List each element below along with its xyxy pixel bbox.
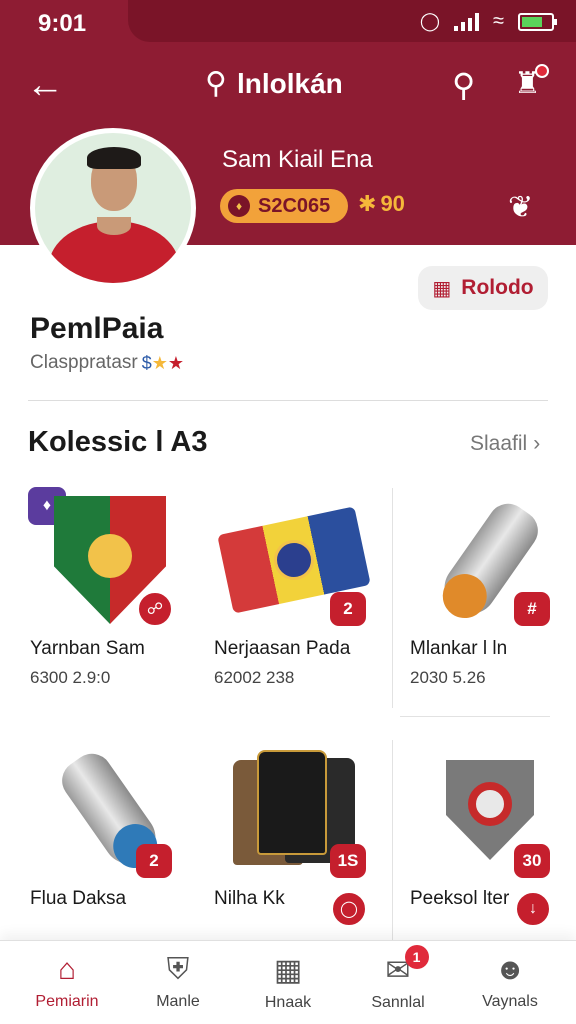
grid-icon: ▦ <box>273 954 303 987</box>
home-icon: ⌂ <box>57 953 77 986</box>
follow-icon: ▦ <box>432 277 452 300</box>
sim-icon: ◯ <box>419 11 441 31</box>
stars-value: 90 <box>380 191 405 216</box>
see-all-label: Slaafil <box>470 432 528 455</box>
avatar-hair <box>87 147 141 169</box>
coins-badge[interactable]: ♦ S2C065 <box>220 189 348 223</box>
status-time: 9:01 <box>38 10 87 37</box>
item-name: Peeksol lter <box>410 888 510 909</box>
top-bar: ← ⚲ lnlolkán ⚲ ♜ <box>0 60 576 110</box>
bottom-nav: ⌂ Pemiarin ⛨ Manle ▦ Hnaak ✉ 1 Sannlal ☻ … <box>0 940 576 1024</box>
item-price: 62002 238 <box>214 668 295 687</box>
item-price: 6300 2.9:0 <box>30 668 111 687</box>
nav-item-mail[interactable]: ✉ 1 Sannlal <box>348 945 448 1012</box>
nav-label: Vaynals <box>482 993 538 1010</box>
follow-button[interactable]: ▦ Rolodo <box>418 266 548 310</box>
wifi-icon: ≈ <box>493 10 504 32</box>
search-icon[interactable]: ⚲ <box>452 66 475 104</box>
signal-icon <box>454 12 480 31</box>
divider <box>28 400 548 401</box>
collection-item[interactable]: 1S Nilha Kk ◯ <box>214 740 384 940</box>
battery-icon <box>518 12 557 31</box>
notification-badge: 1 <box>404 945 429 969</box>
item-badge[interactable]: 2 <box>136 844 172 878</box>
battery-fill <box>522 16 542 27</box>
bird-icon[interactable]: ❦ <box>508 190 533 225</box>
nav-item-home[interactable]: ⌂ Pemiarin <box>17 953 117 1011</box>
status-icons: ◯ ≈ <box>419 10 557 33</box>
star-icon: ✱ <box>358 191 377 216</box>
avatar-collar <box>97 217 131 235</box>
chevron-right-icon: › <box>533 432 541 455</box>
item-name: Nerjaasan Pada <box>214 638 351 659</box>
item-price: 2030 5.26 <box>410 668 486 687</box>
nav-label: Sannlal <box>371 994 425 1011</box>
item-badge[interactable]: 1S <box>330 844 366 878</box>
back-arrow-icon[interactable]: ← <box>26 66 64 104</box>
stars-count: ✱ 90 <box>358 191 405 217</box>
collection-item[interactable]: 2 Nerjaasan Pada 62002 238 <box>214 490 384 700</box>
nav-label: Hnaak <box>264 994 312 1011</box>
subtitle-text: Clasppratasr <box>30 352 138 373</box>
mail-icon: ✉ 1 <box>385 945 429 988</box>
page-title: lnlolkán <box>236 67 343 99</box>
cart-icon[interactable]: ♜ <box>514 64 549 101</box>
item-badge[interactable]: 2 <box>330 592 366 626</box>
award-icons: $★★ <box>141 352 185 373</box>
profile-icon: ☻ <box>494 953 526 986</box>
collection-item[interactable]: 2 Flua Daksa <box>30 740 200 940</box>
see-all-link[interactable]: Slaafil › <box>470 432 540 456</box>
follow-label: Rolodo <box>461 276 534 299</box>
nav-label: Pemiarin <box>35 993 99 1010</box>
coins-value: S2C065 <box>258 194 331 217</box>
add-icon[interactable]: ☍ <box>136 590 174 628</box>
add-icon[interactable]: ↓ <box>514 890 552 928</box>
column-divider <box>392 488 393 708</box>
nav-item-grid[interactable]: ▦ Hnaak <box>238 953 338 1012</box>
nav-label: Manle <box>156 993 200 1010</box>
status-bar: 9:01 ◯ ≈ <box>0 0 576 42</box>
crest-coin-icon: ♦ <box>228 195 250 217</box>
nav-item-profile[interactable]: ☻ Vaynals <box>460 953 560 1011</box>
add-icon[interactable]: ◯ <box>330 890 368 928</box>
collection-item[interactable]: # Mlankar l ln 2030 5.26 <box>410 490 576 700</box>
item-badge[interactable]: # <box>514 592 550 626</box>
section-title: Kolessic l A3 <box>28 426 208 458</box>
item-badge[interactable]: 30 <box>514 844 550 878</box>
collection-item[interactable]: 30 Peeksol lter ↓ <box>410 740 576 940</box>
search-icon: ⚲ <box>205 67 227 100</box>
row-divider <box>400 716 550 717</box>
subtitle-row: Clasppratasr $★★ <box>30 352 184 374</box>
item-name: Yarnban Sam <box>30 638 145 659</box>
nav-item-shield[interactable]: ⛨ Manle <box>128 953 228 1011</box>
column-divider <box>392 740 393 940</box>
avatar[interactable] <box>30 128 196 288</box>
item-name: Mlankar l ln <box>410 638 508 659</box>
title-wrap: ⚲ lnlolkán <box>205 66 343 101</box>
collection-item[interactable]: ☍ Yarnban Sam 6300 2.9:0 <box>30 490 200 700</box>
item-name: Flua Daksa <box>30 888 127 909</box>
profile-name: Sam Kiail Ena <box>222 146 373 173</box>
display-name: PemlPaia <box>30 312 164 345</box>
notification-dot <box>534 64 549 78</box>
shield-icon: ⛨ <box>166 953 190 986</box>
item-name: Nilha Kk <box>214 888 285 909</box>
